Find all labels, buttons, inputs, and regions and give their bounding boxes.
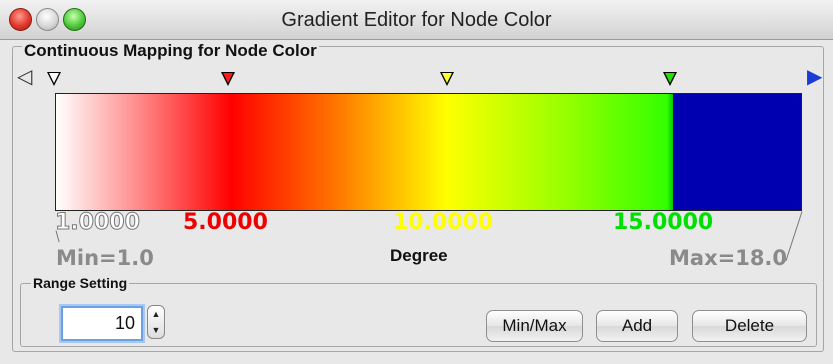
value-label-2: 5.0000 [183, 210, 268, 235]
attribute-label: Degree [390, 246, 448, 265]
white-marker-icon[interactable] [47, 72, 61, 86]
window-title: Gradient Editor for Node Color [281, 9, 552, 31]
stepper-up-icon[interactable]: ▲ [148, 306, 164, 322]
gradient-editor-window: Gradient Editor for Node Color Continuou… [0, 0, 833, 364]
red-marker-icon[interactable] [221, 72, 235, 86]
delete-button[interactable]: Delete [692, 310, 807, 342]
range-setting-label: Range Setting [31, 275, 130, 291]
range-stepper[interactable]: ▲ ▼ [147, 305, 165, 339]
stepper-down-icon[interactable]: ▼ [148, 322, 164, 338]
add-button[interactable]: Add [596, 310, 678, 342]
value-label-3: 10.0000 [393, 210, 494, 235]
continuous-mapping-label: Continuous Mapping for Node Color [22, 41, 319, 61]
range-value-input[interactable] [61, 306, 143, 341]
max-label: Max=18.0 [669, 246, 788, 270]
above-range-arrow-icon[interactable]: ▶ [807, 67, 822, 87]
min-label: Min=1.0 [56, 246, 154, 270]
value-label-1: 1.0000 [55, 210, 141, 236]
below-range-arrow-icon[interactable]: ◁ [17, 67, 32, 87]
green-marker-icon[interactable] [663, 72, 677, 86]
title-bar[interactable]: Gradient Editor for Node Color [0, 0, 833, 40]
value-label-4: 15.0000 [613, 210, 714, 235]
min-max-button[interactable]: Min/Max [486, 310, 583, 342]
gradient-bar[interactable] [55, 93, 802, 211]
yellow-marker-icon[interactable] [440, 72, 454, 86]
